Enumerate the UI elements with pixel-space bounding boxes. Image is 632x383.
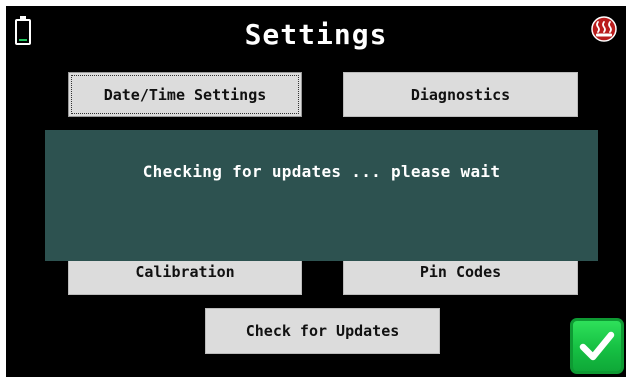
- heater-logo-icon: [591, 16, 617, 42]
- page-title: Settings: [244, 18, 388, 51]
- datetime-settings-button[interactable]: Date/Time Settings: [68, 72, 302, 117]
- page: Settings Date/Time Settings Diagnostics …: [0, 0, 632, 383]
- diagnostics-button[interactable]: Diagnostics: [343, 72, 578, 117]
- settings-screen: Settings Date/Time Settings Diagnostics …: [6, 6, 626, 377]
- update-progress-dialog: Checking for updates ... please wait: [45, 130, 598, 261]
- dialog-message: Checking for updates ... please wait: [142, 162, 501, 181]
- confirm-button[interactable]: [570, 318, 624, 374]
- check-for-updates-button[interactable]: Check for Updates: [205, 308, 440, 354]
- checkmark-icon: [579, 331, 615, 361]
